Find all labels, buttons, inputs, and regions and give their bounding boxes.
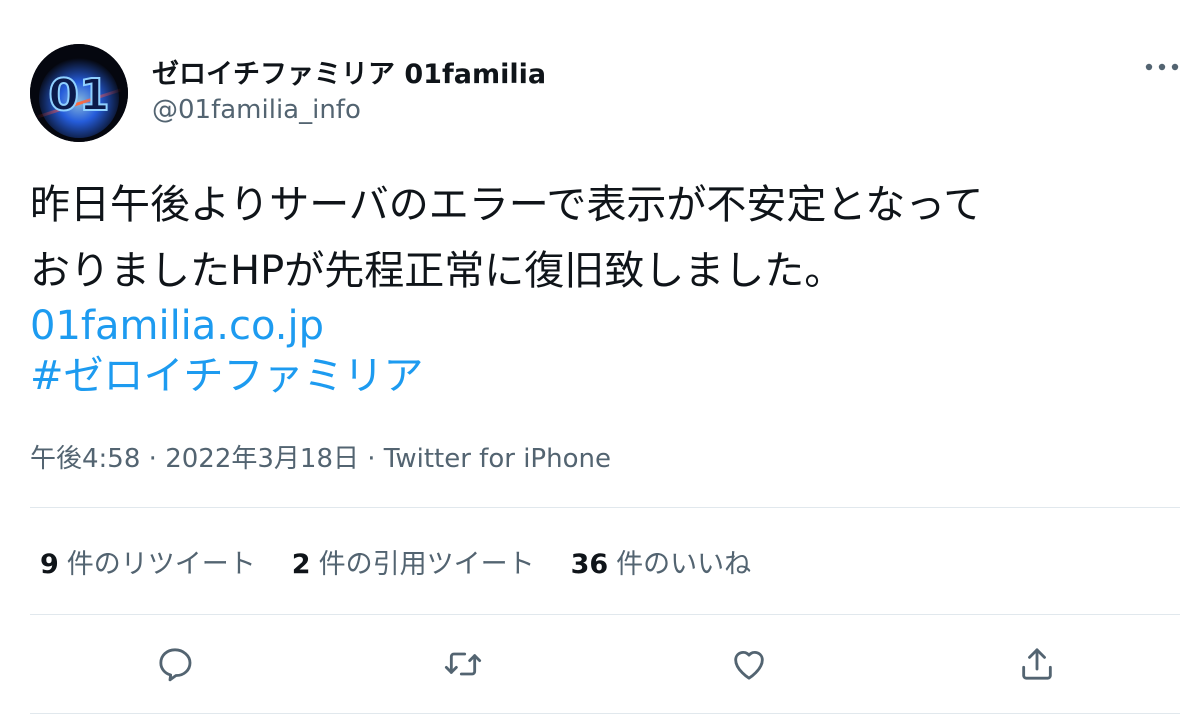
heart-icon	[734, 650, 764, 680]
retweet-icon	[444, 652, 482, 676]
avatar-logo: 01	[30, 44, 128, 142]
more-icon	[1145, 63, 1179, 71]
retweets-count: 9	[40, 549, 59, 580]
like-button[interactable]	[725, 640, 773, 688]
tweet-source[interactable]: Twitter for iPhone	[384, 444, 611, 474]
retweets-stat[interactable]: 9 件のリツイート	[40, 542, 256, 581]
tweet-card: 01 ゼロイチファミリア 01familia @01familia_info 昨…	[0, 0, 1200, 726]
meta-separator: ·	[148, 444, 166, 474]
avatar-text: 01	[48, 70, 109, 121]
tweet-time[interactable]: 午後4:58	[30, 444, 140, 474]
divider	[30, 713, 1180, 714]
more-button[interactable]	[1140, 52, 1184, 82]
share-button[interactable]	[1013, 640, 1061, 688]
likes-count: 36	[570, 549, 609, 580]
hashtag-link[interactable]: #ゼロイチファミリア	[30, 346, 730, 406]
user-handle[interactable]: @01familia_info	[152, 95, 361, 125]
tweet-text-line: おりましたHPが先程正常に復旧致しました。	[30, 248, 845, 294]
retweet-button[interactable]	[439, 640, 487, 688]
divider	[30, 614, 1180, 615]
retweets-label: 件のリツイート	[66, 549, 256, 580]
tweet-date[interactable]: 2022年3月18日	[165, 444, 359, 474]
quotes-label: 件の引用ツイート	[318, 549, 535, 580]
tweet-text-line: 昨日午後よりサーバのエラーで表示が不安定となって	[30, 182, 984, 228]
meta-separator: ·	[367, 444, 384, 474]
quotes-stat[interactable]: 2 件の引用ツイート	[292, 542, 535, 581]
quotes-count: 2	[291, 549, 311, 580]
display-name[interactable]: ゼロイチファミリア 01familia	[152, 52, 546, 91]
likes-stat[interactable]: 36 件のいいね	[571, 542, 752, 581]
reply-button[interactable]	[151, 640, 199, 688]
divider	[30, 507, 1180, 508]
share-icon	[1022, 648, 1052, 680]
tweet-meta: 午後4:58 · 2022年3月18日 · Twitter for iPhone	[30, 438, 611, 475]
tweet-stats: 9 件のリツイート 2 件の引用ツイート 36 件のいいね	[40, 542, 787, 581]
avatar[interactable]: 01	[30, 44, 128, 142]
reply-icon	[159, 648, 192, 682]
likes-label: 件のいいね	[616, 549, 752, 580]
tweet-text: 昨日午後よりサーバのエラーで表示が不安定となって おりましたHPが先程正常に復旧…	[30, 172, 1180, 304]
